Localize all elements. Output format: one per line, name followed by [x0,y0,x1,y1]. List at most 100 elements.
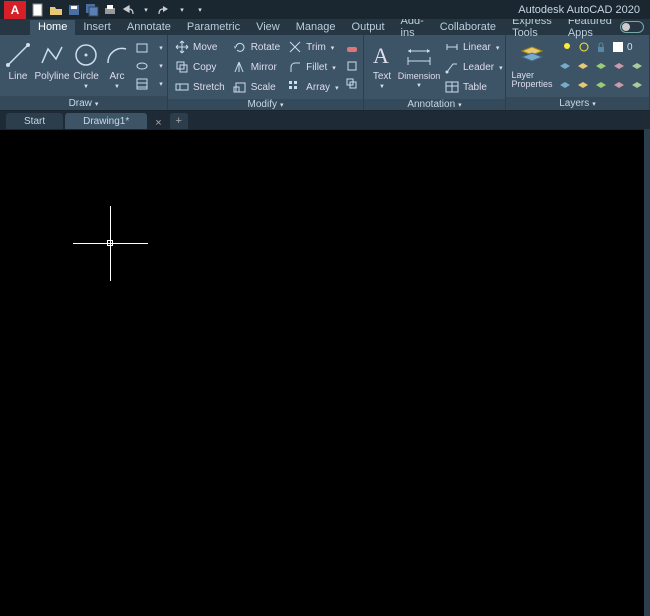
ribbon: Line Polyline Circle ▼ Arc ▼ [0,35,650,111]
hatch-dropdown[interactable] [153,76,169,92]
linear-button[interactable]: Linear [442,38,505,56]
tab-manage[interactable]: Manage [288,20,344,35]
layer-name: 0 [627,42,633,53]
erase-button[interactable] [344,40,360,56]
layer-btn-8[interactable] [593,78,609,94]
layer-properties-button[interactable]: Layer Properties [510,38,554,89]
stretch-button[interactable]: Stretch [172,78,227,96]
explode-button[interactable] [344,58,360,74]
scale-icon [232,79,248,95]
layer-lock-button[interactable] [611,59,627,75]
lock-icon [593,39,609,55]
ribbon-tabs: Home Insert Annotate Parametric View Man… [0,19,650,35]
scale-button[interactable]: Scale [230,78,282,96]
canvas-top-edge [0,129,650,130]
copy-icon [174,59,190,75]
arc-icon [103,41,131,69]
ribbon-toggle[interactable] [620,21,644,33]
document-tabs: Start Drawing1* × + [0,111,650,129]
offset-button[interactable] [344,76,360,92]
rectangle-dropdown[interactable] [153,40,169,56]
tab-collaborate[interactable]: Collaborate [432,20,504,35]
move-button[interactable]: Move [172,38,227,56]
tab-insert[interactable]: Insert [75,20,119,35]
layer-iso-button[interactable] [557,59,573,75]
scrollbar-vertical[interactable] [644,129,650,616]
qat-customize[interactable] [192,2,208,18]
undo-icon[interactable] [120,2,136,18]
layer-btn-6[interactable] [557,78,573,94]
tab-output[interactable]: Output [344,20,393,35]
tab-drawing1[interactable]: Drawing1* [65,113,147,129]
crosshair-pickbox [107,240,113,246]
window-title: Autodesk AutoCAD 2020 [518,4,640,16]
text-button[interactable]: A Text▼ [368,38,396,90]
panel-draw: Line Polyline Circle ▼ Arc ▼ [0,35,168,110]
close-tab-icon[interactable]: × [149,117,167,129]
trim-button[interactable]: Trim [285,38,340,56]
stretch-icon [174,79,190,95]
layer-btn-7[interactable] [575,78,591,94]
fillet-icon [287,59,303,75]
rectangle-button[interactable] [134,40,150,56]
print-icon[interactable] [102,2,118,18]
tab-start[interactable]: Start [6,113,63,129]
panel-layers-label[interactable]: Layers [506,97,649,110]
circle-button[interactable]: Circle ▼ [72,38,100,90]
tab-view[interactable]: View [248,20,288,35]
rotate-button[interactable]: Rotate [230,38,282,56]
tab-parametric[interactable]: Parametric [179,20,248,35]
ellipse-dropdown[interactable] [153,58,169,74]
bulb-icon [559,39,575,55]
drawing-area[interactable] [0,129,650,616]
arc-button[interactable]: Arc ▼ [103,38,131,90]
leader-button[interactable]: Leader [442,58,505,76]
title-bar: A Autodesk AutoCAD 2020 [0,0,650,19]
saveall-icon[interactable] [84,2,100,18]
array-button[interactable]: Array [285,78,340,96]
panel-annotation: A Text▼ Dimension▼ Linear Leader Table A… [364,35,506,110]
layer-btn-10[interactable] [629,78,645,94]
polyline-icon [38,41,66,69]
tab-annotate[interactable]: Annotate [119,20,179,35]
freeze-icon [576,39,592,55]
table-icon [444,79,460,95]
hatch-button[interactable] [134,76,150,92]
arc-label: Arc [110,71,125,82]
circle-label: Circle [73,71,99,82]
polyline-button[interactable]: Polyline [35,38,69,82]
layer-color-icon [610,39,626,55]
ellipse-button[interactable] [134,58,150,74]
layer-off-button[interactable] [575,59,591,75]
layer-match-button[interactable] [629,59,645,75]
line-icon [4,41,32,69]
layer-properties-icon [518,41,546,69]
copy-button[interactable]: Copy [172,58,227,76]
app-menu-button[interactable]: A [4,1,26,19]
redo-icon[interactable] [156,2,172,18]
undo-dropdown[interactable] [138,2,154,18]
panel-modify: Move Copy Stretch Rotate Mirror Scale Tr… [168,35,364,110]
panel-draw-label[interactable]: Draw [0,96,167,110]
new-tab-button[interactable]: + [170,113,188,129]
panel-annotation-label[interactable]: Annotation [364,99,505,110]
circle-icon [72,41,100,69]
line-button[interactable]: Line [4,38,32,82]
mirror-button[interactable]: Mirror [230,58,282,76]
save-icon[interactable] [66,2,82,18]
panel-modify-label[interactable]: Modify [168,99,363,110]
fillet-button[interactable]: Fillet [285,58,340,76]
tab-home[interactable]: Home [30,20,75,35]
rotate-icon [232,39,248,55]
layer-btn-9[interactable] [611,78,627,94]
panel-layers: Layer Properties 0 [506,35,650,110]
layer-freeze-button[interactable] [593,59,609,75]
svg-text:A: A [373,43,389,67]
redo-dropdown[interactable] [174,2,190,18]
linear-icon [444,39,460,55]
layer-dropdown[interactable]: 0 [557,38,645,56]
open-icon[interactable] [48,2,64,18]
new-icon[interactable] [30,2,46,18]
table-button[interactable]: Table [442,78,505,96]
dimension-button[interactable]: Dimension▼ [399,38,439,89]
